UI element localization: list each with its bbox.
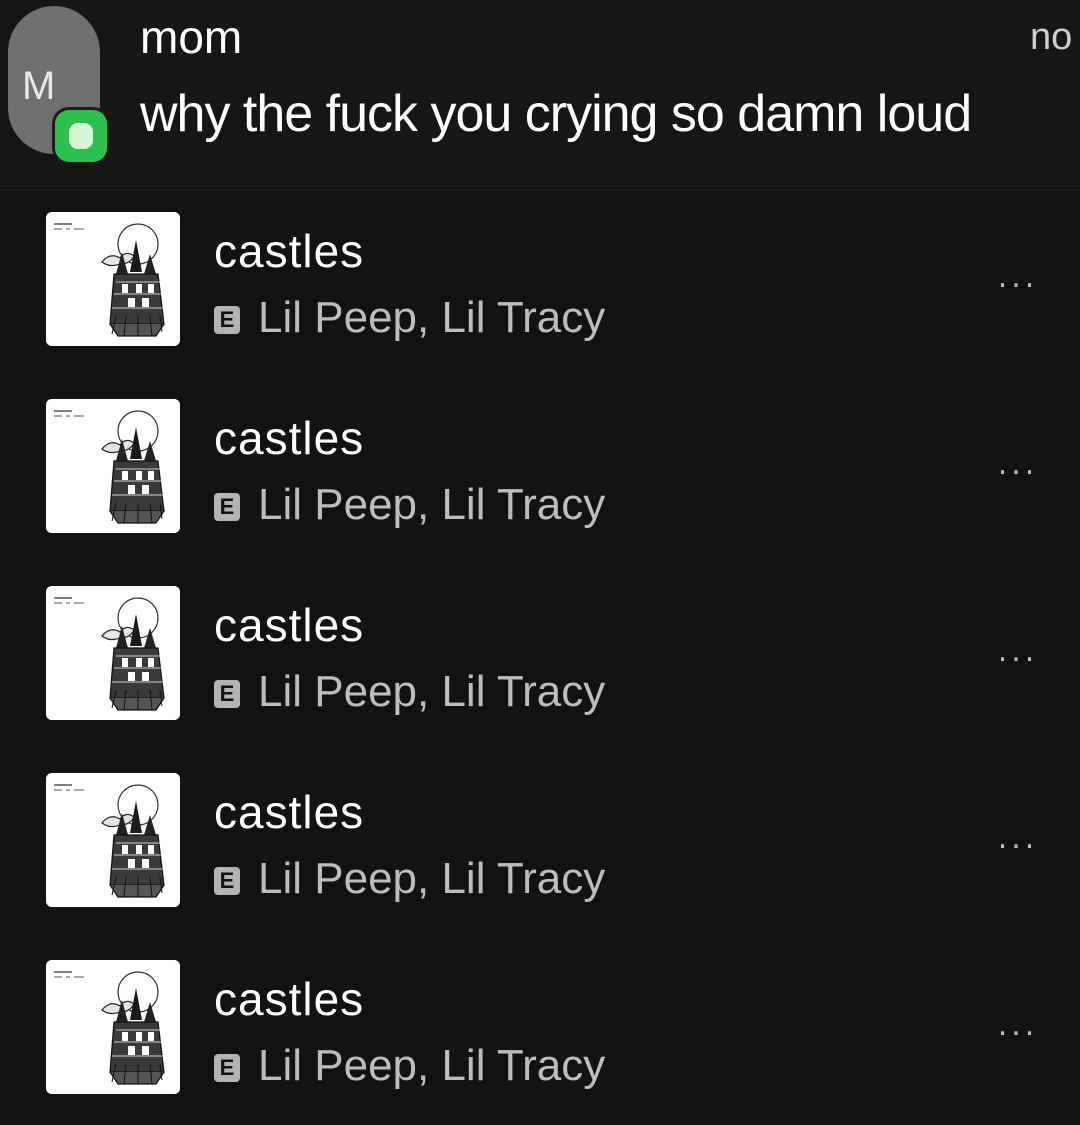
more-options-button[interactable]: ... — [986, 1004, 1050, 1048]
notification-message: why the fuck you crying so damn loud — [140, 85, 972, 143]
track-artists: Lil Peep, Lil Tracy — [258, 293, 606, 342]
track-title: castles — [214, 225, 365, 277]
track-title: castles — [214, 412, 365, 464]
castle-illustration — [46, 586, 180, 720]
track-row[interactable]: castles E Lil Peep, Lil Tracy ... — [0, 564, 1080, 751]
messages-icon — [55, 110, 107, 162]
album-art — [46, 586, 180, 720]
track-artists: Lil Peep, Lil Tracy — [258, 854, 606, 903]
castle-illustration — [46, 399, 180, 533]
castle-illustration — [46, 960, 180, 1094]
album-art — [46, 960, 180, 1094]
track-row[interactable]: castles E Lil Peep, Lil Tracy ... — [0, 190, 1080, 377]
track-artists: Lil Peep, Lil Tracy — [258, 1041, 606, 1090]
more-options-button[interactable]: ... — [986, 630, 1050, 674]
notification-sender: mom — [140, 11, 243, 63]
track-row[interactable]: castles E Lil Peep, Lil Tracy ... — [0, 377, 1080, 564]
chat-bubble-shape — [69, 123, 93, 149]
track-artists: Lil Peep, Lil Tracy — [258, 667, 606, 716]
explicit-badge: E — [214, 1054, 240, 1082]
track-title: castles — [214, 599, 365, 651]
avatar-letter: M — [22, 64, 56, 108]
message-notification[interactable]: M mom why the fuck you crying so damn lo… — [0, 0, 1080, 191]
album-art — [46, 773, 180, 907]
album-art — [46, 399, 180, 533]
track-row[interactable]: castles E Lil Peep, Lil Tracy ... — [0, 751, 1080, 938]
more-options-button[interactable]: ... — [986, 817, 1050, 861]
castle-illustration — [46, 773, 180, 907]
explicit-badge: E — [214, 680, 240, 708]
more-options-button[interactable]: ... — [986, 256, 1050, 300]
track-artists: Lil Peep, Lil Tracy — [258, 480, 606, 529]
track-row[interactable]: castles E Lil Peep, Lil Tracy ... — [0, 938, 1080, 1125]
track-title: castles — [214, 973, 365, 1025]
album-art — [46, 212, 180, 346]
more-options-button[interactable]: ... — [986, 443, 1050, 487]
track-list: castles E Lil Peep, Lil Tracy ... castle… — [0, 190, 1080, 1125]
explicit-badge: E — [214, 493, 240, 521]
explicit-badge: E — [214, 867, 240, 895]
castle-illustration — [46, 212, 180, 346]
explicit-badge: E — [214, 306, 240, 334]
track-title: castles — [214, 786, 365, 838]
notification-time: no — [1030, 16, 1073, 58]
